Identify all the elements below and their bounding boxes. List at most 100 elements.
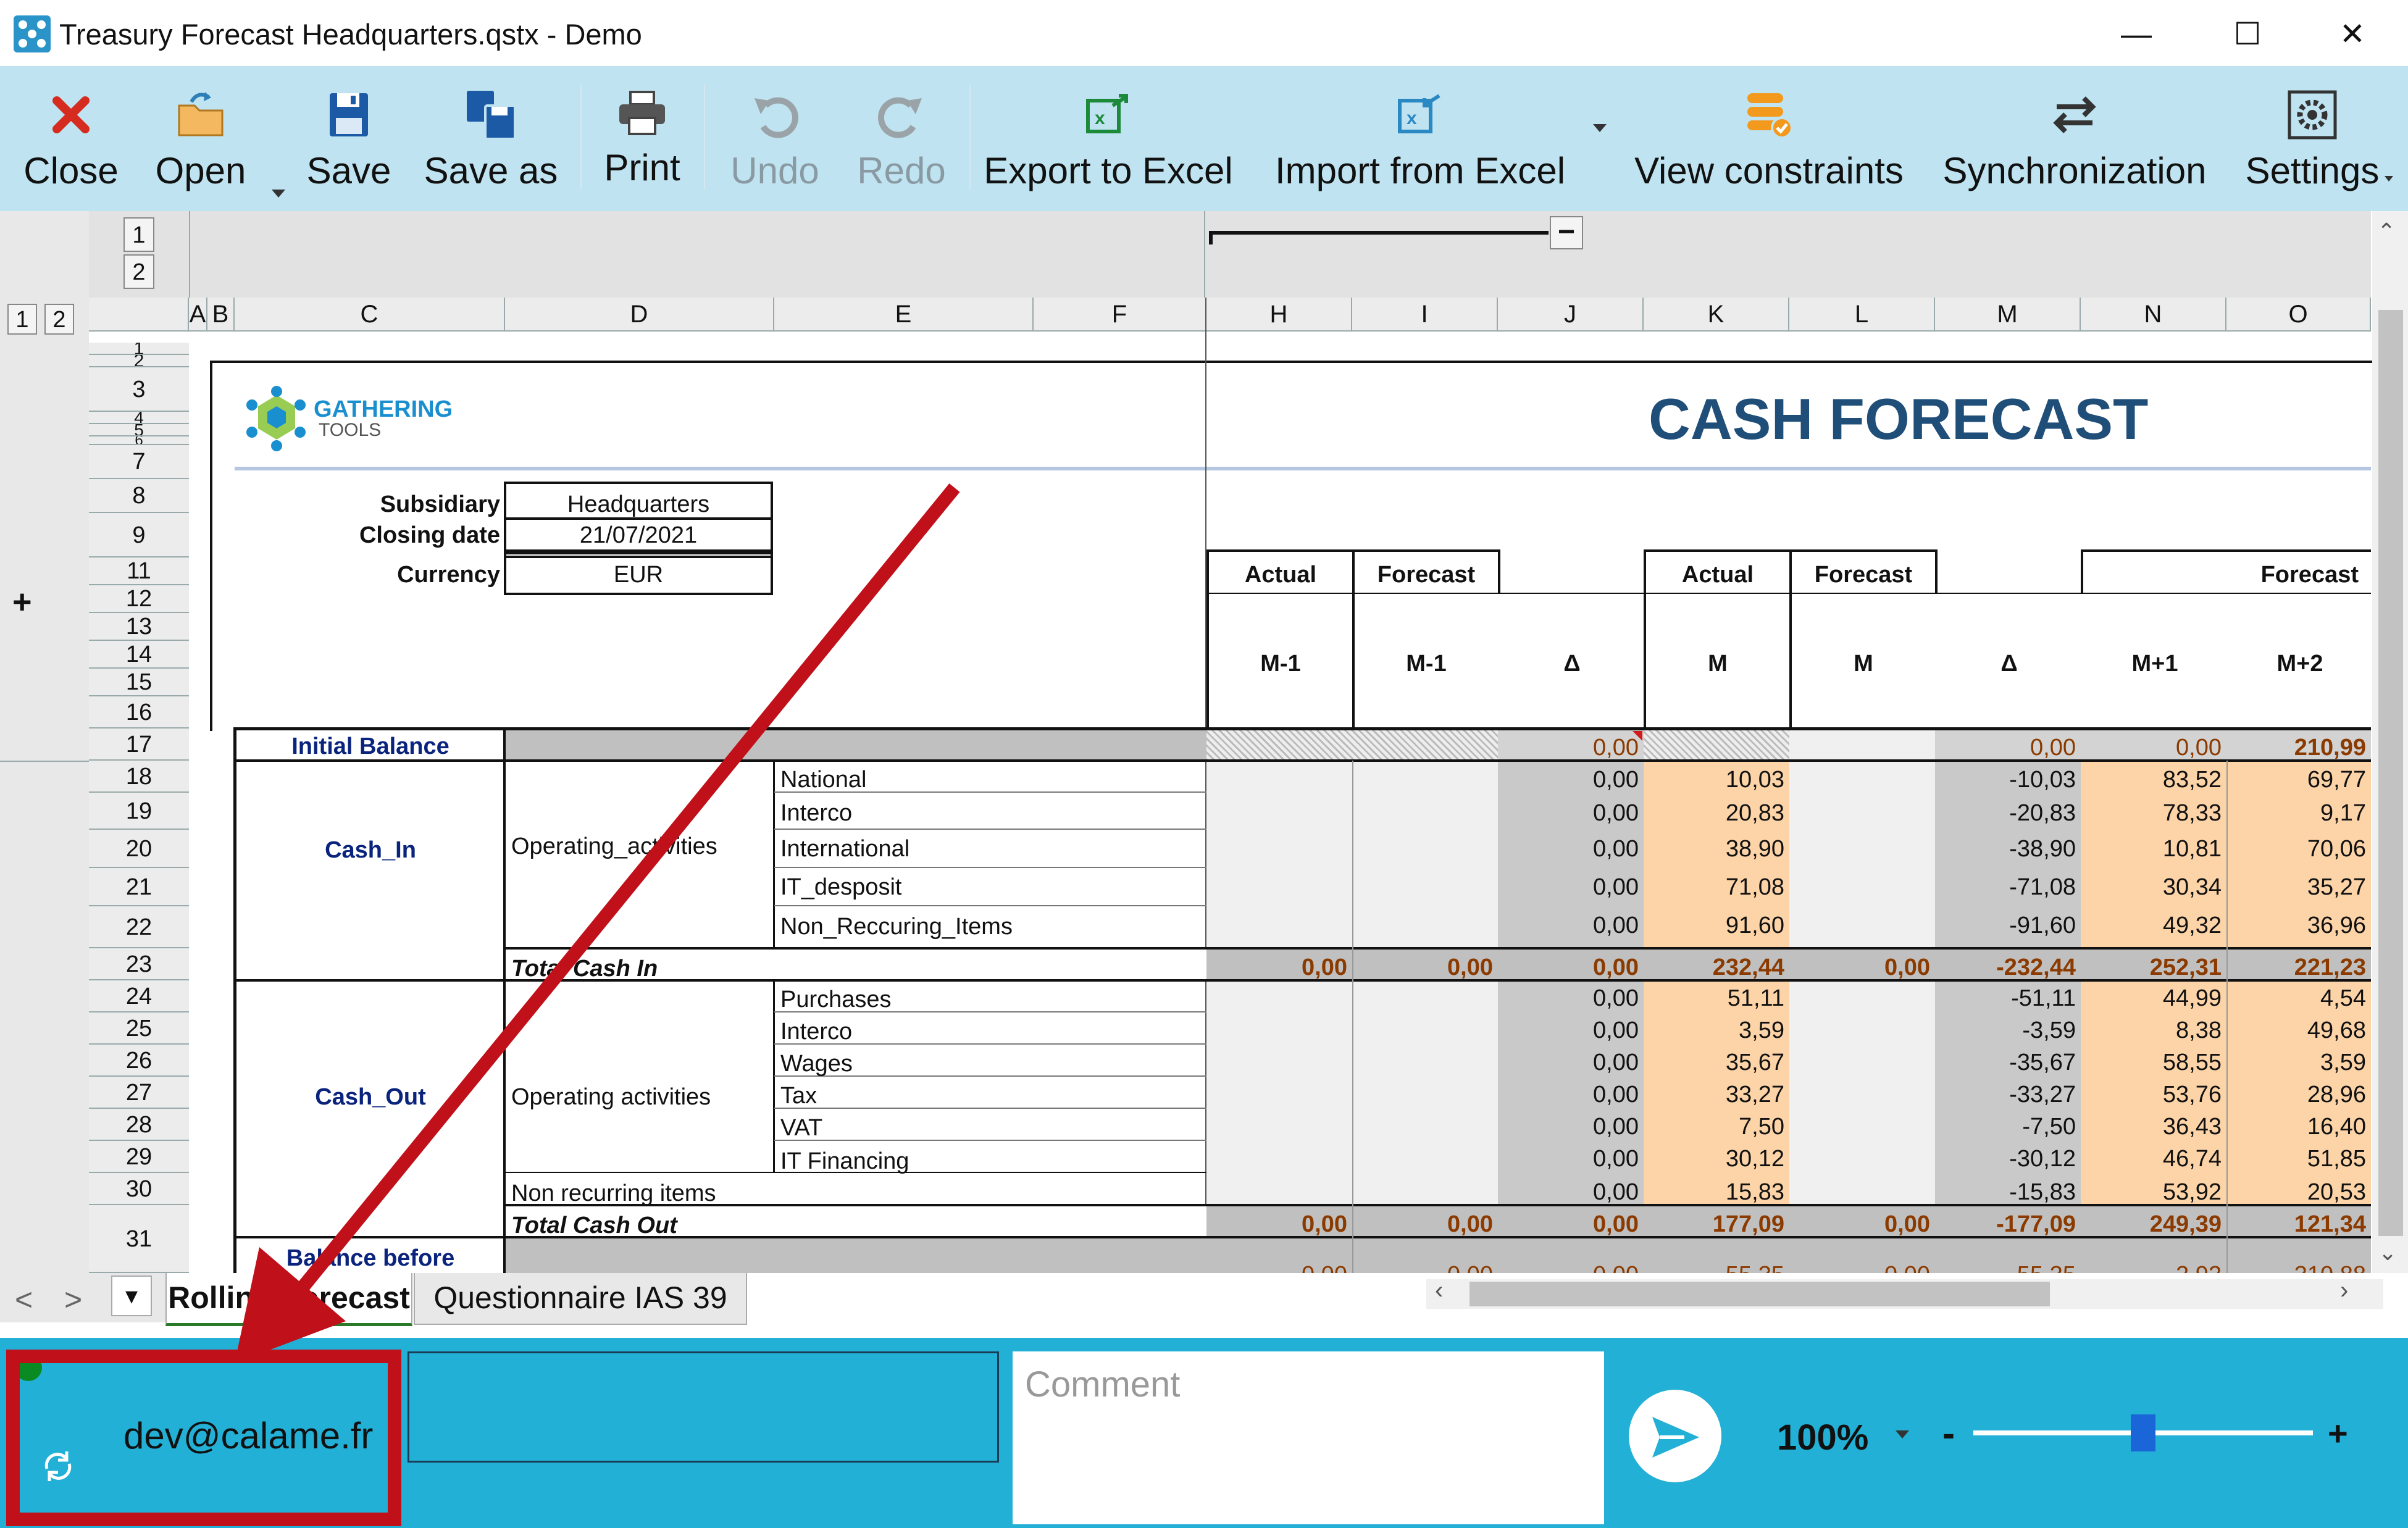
cell-total[interactable]: 177,09 bbox=[1644, 1213, 1789, 1236]
cell-value[interactable]: 10,03 bbox=[1644, 768, 1789, 791]
cell-value[interactable]: 8,38 bbox=[2081, 1019, 2226, 1042]
col-outline-level-2[interactable]: 2 bbox=[123, 254, 154, 289]
cell-value[interactable]: -38,90 bbox=[1935, 837, 2081, 861]
cell-value[interactable]: 0,00 bbox=[1498, 875, 1644, 899]
cell-total[interactable]: 249,39 bbox=[2081, 1213, 2226, 1236]
col-header-o[interactable]: O bbox=[2226, 298, 2371, 332]
cell-initial-n[interactable]: 0,00 bbox=[2081, 736, 2226, 759]
zoom-dropdown-arrow[interactable] bbox=[1896, 1430, 1909, 1438]
view-constraints-button[interactable]: View constraints bbox=[1630, 78, 1908, 202]
cell-value[interactable]: 44,99 bbox=[2081, 987, 2226, 1010]
cell-value[interactable]: 49,32 bbox=[2081, 914, 2226, 937]
row-header[interactable]: 8 bbox=[89, 479, 189, 513]
cell-value[interactable]: -35,67 bbox=[1935, 1051, 2081, 1074]
cell-value[interactable]: -15,83 bbox=[1935, 1180, 2081, 1204]
zoom-in-button[interactable]: + bbox=[2328, 1413, 2348, 1453]
row-header[interactable]: 16 bbox=[89, 696, 189, 729]
row-header[interactable]: 14 bbox=[89, 641, 189, 669]
cell-value[interactable]: 20,53 bbox=[2226, 1180, 2371, 1204]
export-excel-button[interactable]: x Export to Excel bbox=[979, 78, 1238, 202]
cell-total[interactable]: -232,44 bbox=[1935, 956, 2081, 979]
cell-value[interactable]: 78,33 bbox=[2081, 801, 2226, 825]
cell-value[interactable]: 4,54 bbox=[2226, 987, 2371, 1010]
row-header[interactable]: 17 bbox=[89, 729, 189, 761]
synchronization-button[interactable]: Synchronization bbox=[1939, 78, 2210, 202]
cell-value[interactable]: 0,00 bbox=[1498, 1019, 1644, 1042]
tab-questionnaire[interactable]: Questionnaire IAS 39 bbox=[414, 1273, 747, 1325]
print-button[interactable]: Print bbox=[593, 78, 692, 202]
cell-value[interactable]: 20,83 bbox=[1644, 801, 1789, 825]
cell-value[interactable]: 46,74 bbox=[2081, 1147, 2226, 1171]
row-header[interactable]: 11 bbox=[89, 557, 189, 585]
minimize-button[interactable]: — bbox=[2112, 12, 2161, 56]
cell-total[interactable]: 252,31 bbox=[2081, 956, 2226, 979]
collapse-group-button[interactable]: − bbox=[1550, 216, 1583, 249]
cell-value[interactable]: 0,00 bbox=[1498, 914, 1644, 937]
cell-value[interactable]: -30,12 bbox=[1935, 1147, 2081, 1171]
row-header[interactable]: 25 bbox=[89, 1012, 189, 1045]
cell-value[interactable]: 51,85 bbox=[2226, 1147, 2371, 1171]
cell-total[interactable]: 0,00 bbox=[1352, 1263, 1498, 1273]
col-header-f[interactable]: F bbox=[1034, 298, 1206, 332]
cell-value[interactable]: 30,34 bbox=[2081, 875, 2226, 899]
cell-total[interactable]: -177,09 bbox=[1935, 1213, 2081, 1236]
cell-total[interactable]: 0,00 bbox=[1352, 1213, 1498, 1236]
col-header-i[interactable]: I bbox=[1352, 298, 1498, 332]
vertical-scroll-thumb[interactable] bbox=[2378, 310, 2403, 1236]
subsidiary-value[interactable]: Headquarters bbox=[506, 493, 771, 516]
cell-total[interactable]: 0,00 bbox=[1789, 956, 1935, 979]
cell-value[interactable]: -71,08 bbox=[1935, 875, 2081, 899]
col-header-j[interactable]: J bbox=[1498, 298, 1644, 332]
cell-value[interactable]: 3,59 bbox=[2226, 1051, 2371, 1074]
cell-total[interactable]: 0,00 bbox=[1206, 1213, 1352, 1236]
cell-value[interactable]: 15,83 bbox=[1644, 1180, 1789, 1204]
cell-value[interactable]: 35,67 bbox=[1644, 1051, 1789, 1074]
row-header[interactable]: 21 bbox=[89, 868, 189, 906]
cell-value[interactable]: 49,68 bbox=[2226, 1019, 2371, 1042]
scroll-down-arrow[interactable]: ⌄ bbox=[2378, 1240, 2397, 1266]
row-header[interactable]: 31 bbox=[89, 1205, 189, 1273]
row-header[interactable]: 29 bbox=[89, 1141, 189, 1173]
send-button[interactable] bbox=[1629, 1390, 1721, 1482]
col-header-h[interactable]: H bbox=[1206, 298, 1352, 332]
cell-total[interactable]: -55,35 bbox=[1935, 1263, 2081, 1273]
zoom-out-button[interactable]: - bbox=[1942, 1412, 1955, 1455]
cell-total[interactable]: 0,00 bbox=[1498, 956, 1644, 979]
row-header[interactable]: 12 bbox=[89, 585, 189, 613]
col-header-m[interactable]: M bbox=[1935, 298, 2081, 332]
row-header[interactable]: 2 bbox=[89, 355, 189, 367]
cell-value[interactable]: 0,00 bbox=[1498, 1115, 1644, 1138]
closing-date-value[interactable]: 21/07/2021 bbox=[506, 524, 771, 547]
zoom-slider-thumb[interactable] bbox=[2131, 1414, 2155, 1451]
cell-value[interactable]: -10,03 bbox=[1935, 768, 2081, 791]
cell-initial-o[interactable]: 210,99 bbox=[2226, 736, 2371, 759]
cell-total[interactable]: 0,00 bbox=[1352, 956, 1498, 979]
cell-value[interactable]: 3,59 bbox=[1644, 1019, 1789, 1042]
row-header[interactable]: 27 bbox=[89, 1077, 189, 1109]
cell-total[interactable]: 2,92 bbox=[2081, 1263, 2226, 1273]
close-button[interactable]: Close bbox=[12, 78, 130, 202]
undo-button[interactable]: Undo bbox=[716, 78, 834, 202]
col-outline-level-1[interactable]: 1 bbox=[123, 217, 154, 252]
cell-total[interactable]: 55,35 bbox=[1644, 1263, 1789, 1273]
cell-value[interactable]: -20,83 bbox=[1935, 801, 2081, 825]
save-button[interactable]: Save bbox=[296, 78, 401, 202]
cell-value[interactable]: 70,06 bbox=[2226, 837, 2371, 861]
save-as-button[interactable]: Save as bbox=[417, 78, 565, 202]
settings-dropdown-arrow[interactable] bbox=[2385, 176, 2393, 182]
settings-button[interactable]: Settings bbox=[2241, 78, 2383, 202]
row-header[interactable]: 13 bbox=[89, 613, 189, 641]
tab-rolling-forecast[interactable]: Rolling Forecast bbox=[165, 1273, 412, 1326]
cell-value[interactable]: 0,00 bbox=[1498, 768, 1644, 791]
cell-total[interactable]: 0,00 bbox=[1789, 1213, 1935, 1236]
col-header-e[interactable]: E bbox=[774, 298, 1034, 332]
row-header[interactable]: 22 bbox=[89, 906, 189, 948]
cell-value[interactable]: -7,50 bbox=[1935, 1115, 2081, 1138]
cell-value[interactable]: -51,11 bbox=[1935, 987, 2081, 1010]
row-header[interactable]: 1 bbox=[89, 343, 189, 355]
cell-value[interactable]: 9,17 bbox=[2226, 801, 2371, 825]
row-header[interactable]: 23 bbox=[89, 948, 189, 980]
col-header-b[interactable]: B bbox=[207, 298, 235, 332]
select-all-corner[interactable] bbox=[89, 298, 189, 332]
row-header[interactable]: 9 bbox=[89, 513, 189, 557]
